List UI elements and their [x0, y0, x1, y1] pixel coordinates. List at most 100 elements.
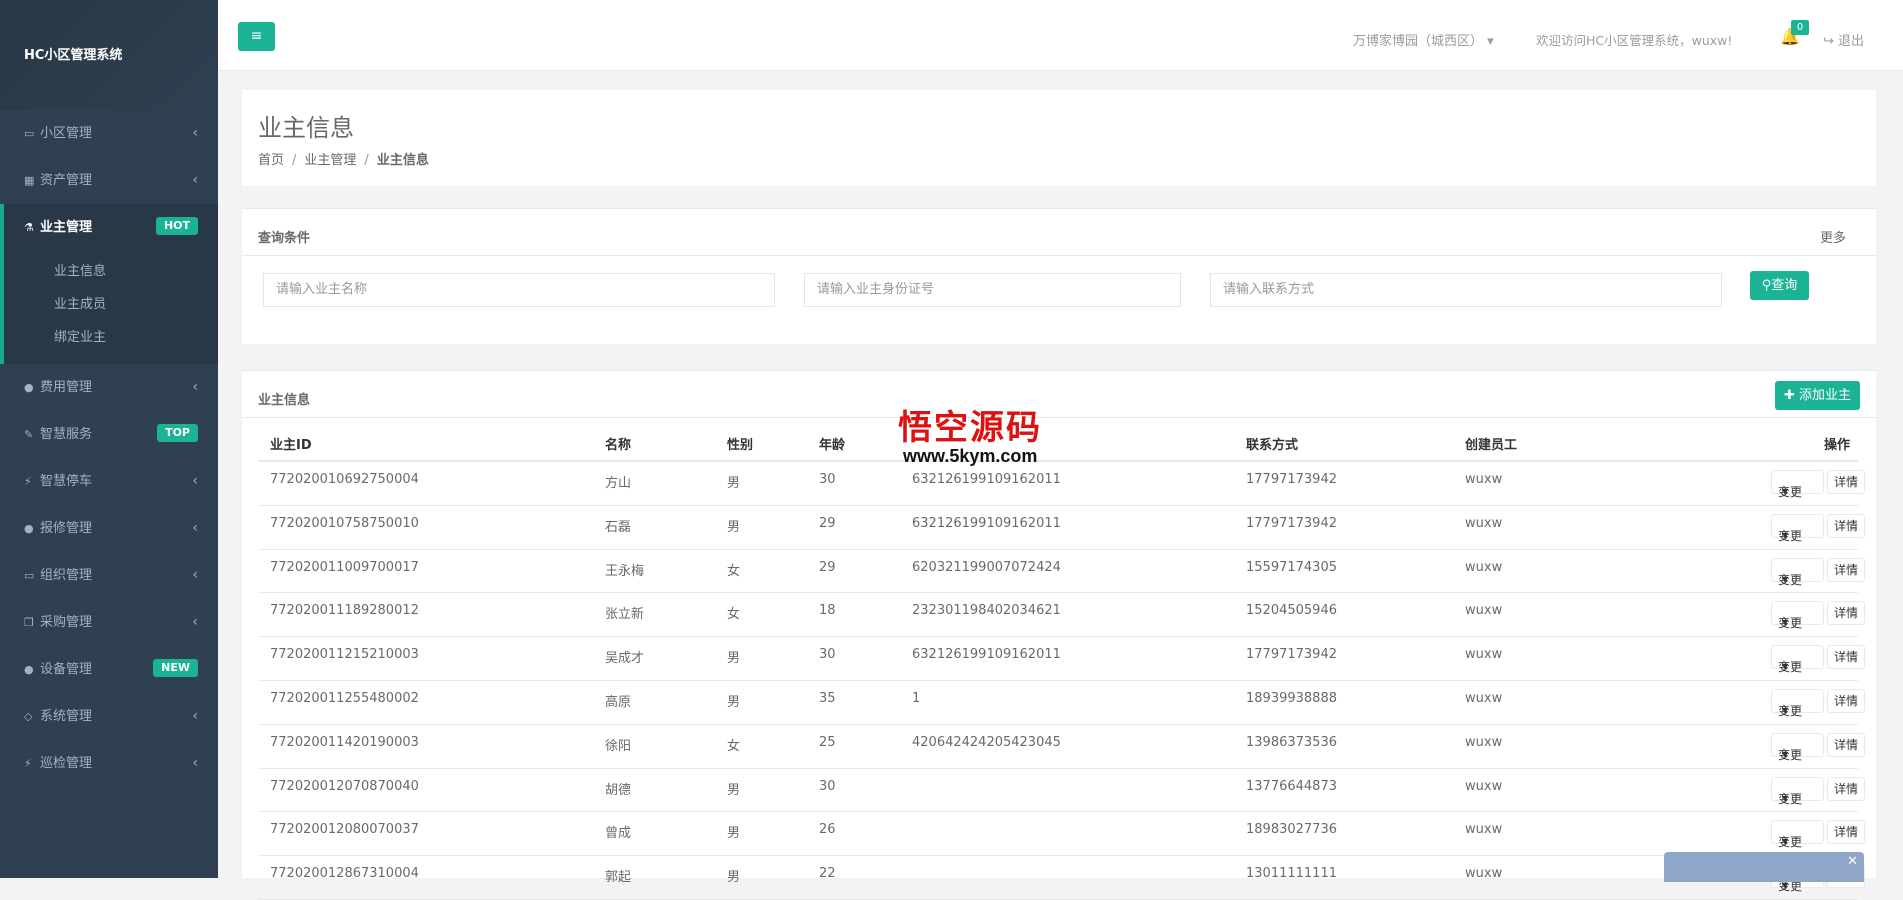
chevron-left-icon: ‹: [192, 755, 198, 771]
add-owner-button[interactable]: ✚ 添加业主: [1775, 381, 1860, 410]
sidebar-item-8[interactable]: ❐ 采购管理 ‹: [0, 599, 218, 646]
sidebar-item-7[interactable]: ▭ 组织管理 ‹: [0, 552, 218, 599]
cell-age: 26: [819, 822, 836, 838]
query-button[interactable]: ⚲查询: [1750, 271, 1809, 300]
detail-button[interactable]: 详情: [1827, 820, 1865, 845]
owner-phone-input[interactable]: 请输入联系方式: [1210, 273, 1722, 307]
chevron-left-icon: ‹: [192, 614, 198, 630]
close-icon[interactable]: ✕: [1847, 854, 1858, 869]
sidebar: HC小区管理系统 ▭ 小区管理 ‹ ▦ 资产管理 ‹ ⚗ 业主管理 HOT 业主信息 业主成员 绑定业…: [0, 0, 218, 878]
detail-button[interactable]: 详情: [1827, 470, 1865, 494]
sidebar-item-3[interactable]: ● 费用管理 ‹: [0, 364, 218, 411]
sidebar-item-0[interactable]: ▭ 小区管理 ‹: [0, 110, 218, 157]
table-row: 772020011215210003 吴成才 男 30 6321261991091620…: [258, 637, 1865, 681]
change-dropdown-button[interactable]: 变更 ▼: [1771, 601, 1824, 630]
col-header-phone[interactable]: 联系方式: [1246, 434, 1298, 453]
sidebar-badge: TOP: [157, 424, 198, 442]
sidebar-item-1[interactable]: ▦ 资产管理 ‹: [0, 157, 218, 204]
col-header-age[interactable]: 年龄: [819, 434, 845, 453]
breadcrumb-owner-mgmt[interactable]: 业主管理: [304, 153, 356, 168]
detail-button[interactable]: 详情: [1827, 601, 1865, 626]
cell-staff: wuxw: [1465, 603, 1503, 619]
flask-icon: ⚗: [24, 221, 34, 234]
sidebar-item-4[interactable]: ✎ 智慧服务 TOP: [0, 411, 218, 458]
cell-phone: 13776644873: [1246, 778, 1337, 794]
cell-age: 22: [819, 866, 836, 882]
sidebar-item-9[interactable]: ● 设备管理 NEW: [0, 646, 218, 693]
change-dropdown-button[interactable]: 变更 ▼: [1771, 732, 1824, 762]
sidebar-item-2[interactable]: ⚗ 业主管理 HOT: [0, 204, 218, 251]
col-header-sex[interactable]: 性别: [727, 434, 753, 453]
edit-icon: ✎: [24, 428, 34, 441]
chevron-left-icon: ‹: [192, 708, 198, 724]
cell-staff: wuxw: [1465, 734, 1503, 750]
welcome-text: 欢迎访问HC小区管理系统，wuxw!: [1536, 33, 1733, 48]
cell-phone: 17797173942: [1246, 515, 1337, 531]
change-dropdown-button[interactable]: 变更 ▼: [1771, 688, 1824, 718]
more-link[interactable]: 更多: [1820, 227, 1846, 246]
detail-button[interactable]: 详情: [1827, 557, 1865, 582]
caret-down-icon: ▼: [1782, 662, 1789, 672]
cell-phone: 13011111111: [1246, 866, 1337, 882]
table-row: 772020011009700017 王永梅 女 29 6203211990070724…: [258, 550, 1865, 594]
cell-sex: 男: [727, 782, 741, 798]
caret-down-icon: ▼: [1782, 530, 1789, 540]
table-row: 772020011420190003 徐阳 女 25 42064242420542304…: [258, 725, 1865, 769]
owner-name-input[interactable]: 请输入业主名称: [263, 273, 775, 307]
breadcrumb-home[interactable]: 首页: [258, 153, 284, 168]
menu-toggle-button[interactable]: ≡: [238, 22, 275, 51]
detail-button[interactable]: 详情: [1827, 732, 1865, 757]
chevron-left-icon: ‹: [192, 125, 198, 141]
cell-owner-id: 772020011009700017: [270, 559, 419, 575]
detail-button[interactable]: 详情: [1827, 645, 1865, 670]
owner-table: 业主ID 名称 性别 年龄 联系方式 创建员工 操作 7720200106927…: [258, 434, 1865, 900]
cell-sex: 男: [727, 651, 741, 667]
caret-down-icon: ▾: [1487, 34, 1494, 49]
diamond-icon: ◇: [24, 710, 33, 723]
detail-button[interactable]: 详情: [1827, 513, 1865, 538]
change-dropdown-button[interactable]: 变更 ▼: [1771, 557, 1824, 587]
col-header-name[interactable]: 名称: [605, 434, 631, 453]
detail-button[interactable]: 详情: [1827, 688, 1865, 713]
sidebar-item-5[interactable]: ⚡ 智慧停车 ‹: [0, 458, 218, 505]
detail-button[interactable]: 详情: [1827, 776, 1865, 801]
sign-out-icon: ↪: [1823, 34, 1834, 49]
cell-sex: 男: [727, 870, 741, 886]
sidebar-item-label: 小区管理: [40, 126, 93, 141]
change-dropdown-button[interactable]: 变更 ▼: [1771, 776, 1824, 806]
cell-age: 29: [819, 515, 836, 531]
sidebar-item-10[interactable]: ◇ 系统管理 ‹: [0, 693, 218, 740]
cell-staff: wuxw: [1465, 690, 1503, 706]
sidebar-subitem-1[interactable]: 业主成员: [4, 288, 218, 321]
sidebar-subitem-2[interactable]: 绑定业主: [4, 321, 218, 354]
sidebar-item-label: 智慧停车: [40, 474, 93, 489]
globe-icon: ●: [24, 663, 34, 676]
cell-owner-id: 772020010692750004: [270, 472, 419, 487]
chevron-left-icon: ‹: [192, 567, 198, 583]
cell-owner-name: 胡德: [605, 782, 632, 798]
change-dropdown-button[interactable]: 变更 ▼: [1771, 470, 1824, 499]
change-dropdown-button[interactable]: 变更 ▼: [1771, 645, 1824, 674]
community-selector[interactable]: 万博家博园（城西区） ▾: [1353, 30, 1494, 49]
sidebar-subitem-0[interactable]: 业主信息: [4, 255, 218, 288]
chevron-left-icon: ‹: [192, 473, 198, 489]
change-dropdown-button[interactable]: 变更 ▼: [1771, 513, 1824, 543]
owner-idcard-input[interactable]: 请输入业主身份证号: [804, 273, 1181, 307]
cell-age: 30: [819, 647, 836, 663]
cell-owner-name: 方山: [605, 476, 632, 491]
sidebar-item-label: 设备管理: [40, 662, 93, 677]
sidebar-badge: HOT: [155, 217, 198, 235]
table-row: 772020012867310004 郭起男 22 13011111111 wuxw 变更…: [258, 856, 1865, 900]
change-dropdown-button[interactable]: 变更 ▼: [1771, 820, 1824, 849]
cell-phone: 18939938888: [1246, 690, 1337, 706]
cell-owner-name: 王永梅: [605, 563, 645, 579]
app-logo[interactable]: HC小区管理系统: [0, 0, 218, 110]
query-panel: 查询条件 更多 请输入业主名称 请输入业主身份证号 请输入联系方式 ⚲查询: [242, 208, 1876, 344]
sidebar-item-11[interactable]: ⚡ 巡检管理 ‹: [0, 740, 218, 787]
col-header-id[interactable]: 业主ID: [270, 434, 312, 453]
page-heading: 业主信息 首页 / 业主管理 / 业主信息: [242, 90, 1876, 186]
sidebar-item-6[interactable]: ● 报修管理 ‹: [0, 505, 218, 552]
caret-down-icon: ▼: [1782, 705, 1789, 715]
col-header-staff[interactable]: 创建员工: [1465, 434, 1517, 453]
logout-link[interactable]: ↪ 退出: [1823, 30, 1864, 49]
